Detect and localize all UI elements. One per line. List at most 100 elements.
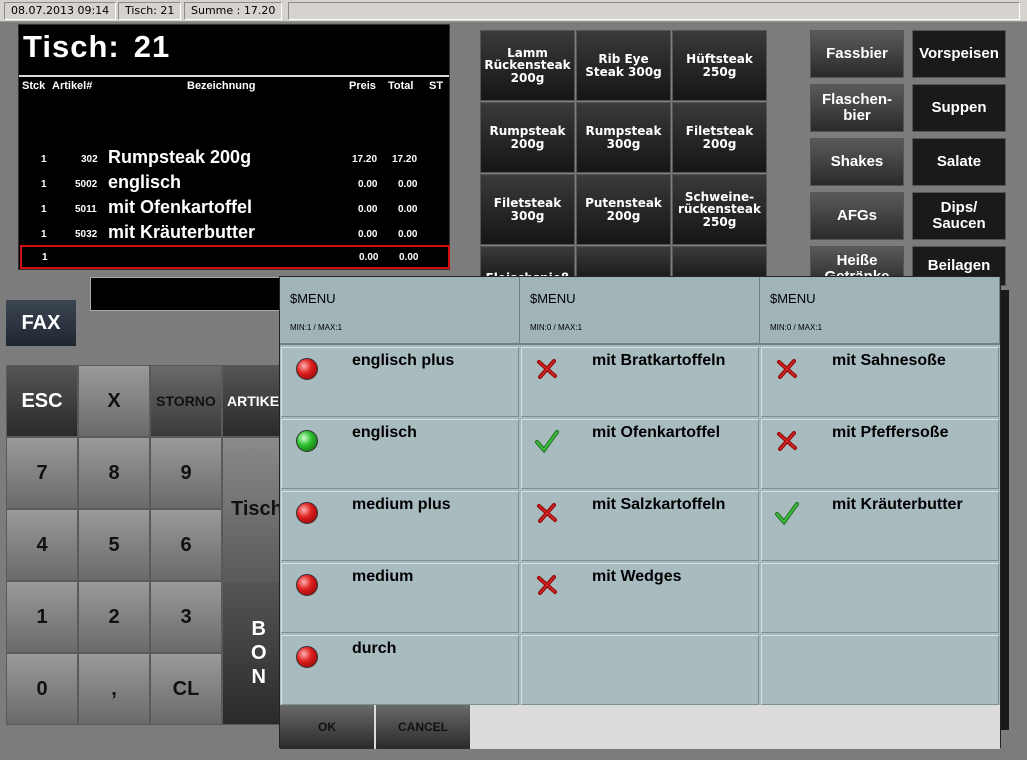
key-9[interactable]: 9 — [150, 437, 222, 509]
option-pfeffersosse[interactable]: mit Pfeffersoße — [761, 419, 999, 489]
header-qty: Stck — [22, 80, 46, 92]
option-label: mit Pfeffersoße — [832, 424, 949, 441]
category-button[interactable]: AFGs — [810, 192, 904, 240]
x-key[interactable]: X — [78, 365, 150, 437]
option-empty — [761, 563, 999, 633]
menu-item-button[interactable]: Schweine-rückensteak 250g — [672, 174, 767, 245]
option-ofenkartoffel[interactable]: mit Ofenkartoffel — [521, 419, 759, 489]
option-medium-plus[interactable]: medium plus — [281, 491, 519, 561]
row-qty: 1 — [41, 204, 47, 215]
option-medium[interactable]: medium — [281, 563, 519, 633]
key-0[interactable]: 0 — [6, 653, 78, 725]
option-kraeuterbutter[interactable]: mit Kräuterbutter — [761, 491, 999, 561]
key-2[interactable]: 2 — [78, 581, 150, 653]
order-receipt: Tisch: 21 Stck Artikel# Bezeichnung Preis… — [18, 24, 450, 270]
option-bratkartoffeln[interactable]: mit Bratkartoffeln — [521, 347, 759, 417]
red-led-icon — [294, 644, 320, 670]
option-label: medium — [352, 568, 414, 585]
column-header: $MENU MIN:1 / MAX:1 — [280, 277, 520, 345]
tisch-button[interactable]: Tisch — [222, 437, 283, 581]
key-3[interactable]: 3 — [150, 581, 222, 653]
column-title: $MENU — [770, 291, 816, 306]
option-empty — [761, 635, 999, 705]
table-display: Tisch: 21 — [118, 2, 182, 20]
row-total: 0.00 — [398, 204, 418, 215]
category-button[interactable]: Flaschen-bier — [810, 84, 904, 132]
esc-key[interactable]: ESC — [6, 365, 78, 437]
cross-icon — [534, 500, 560, 526]
ok-button[interactable]: OK — [280, 705, 374, 749]
option-label: englisch — [352, 424, 417, 441]
category-button[interactable]: Suppen — [912, 84, 1006, 132]
receipt-row[interactable]: 1 5002 englisch 0.00 0.00 — [19, 171, 449, 195]
receipt-row[interactable]: 1 5011 mit Ofenkartoffel 0.00 0.00 — [19, 196, 449, 220]
header-article: Artikel# — [52, 80, 93, 92]
row-qty: 1 — [41, 179, 47, 190]
menu-item-button[interactable]: Filetsteak 200g — [672, 102, 767, 173]
red-led-icon — [294, 500, 320, 526]
key-6[interactable]: 6 — [150, 509, 222, 581]
key-7[interactable]: 7 — [6, 437, 78, 509]
header-st: ST — [429, 80, 444, 92]
divider — [19, 75, 449, 77]
key-5[interactable]: 5 — [78, 509, 150, 581]
column-title: $MENU — [530, 291, 576, 306]
option-englisch[interactable]: englisch — [281, 419, 519, 489]
fax-button[interactable]: FAX — [6, 300, 76, 346]
row-price: 0.00 — [358, 179, 378, 190]
receipt-row-selected[interactable]: 1 0.00 0.00 — [20, 245, 450, 269]
menu-item-button[interactable]: Rib Eye Steak 300g — [576, 30, 671, 101]
header-price: Preis — [349, 80, 376, 92]
category-button[interactable]: Dips/ Saucen — [912, 192, 1006, 240]
option-label: mit Ofenkartoffel — [592, 424, 721, 441]
receipt-row[interactable]: 1 5032 mit Kräuterbutter 0.00 0.00 — [19, 221, 449, 245]
menu-item-button[interactable]: Filetsteak 300g — [480, 174, 575, 245]
storno-key[interactable]: STORNO — [150, 365, 222, 437]
modifier-dialog: $MENU MIN:1 / MAX:1 $MENU MIN:0 / MAX:1 … — [279, 276, 1001, 749]
option-label: medium plus — [352, 496, 451, 513]
menu-item-button[interactable]: Hüftsteak 250g — [672, 30, 767, 101]
option-durch[interactable]: durch — [281, 635, 519, 705]
option-label: mit Bratkartoffeln — [592, 352, 726, 369]
key-1[interactable]: 1 — [6, 581, 78, 653]
category-button[interactable]: Salate — [912, 138, 1006, 186]
column-title: $MENU — [290, 291, 336, 306]
menu-item-button[interactable]: Putensteak 200g — [576, 174, 671, 245]
menu-item-button[interactable]: Rumpsteak 300g — [576, 102, 671, 173]
receipt-row[interactable]: 1 302 Rumpsteak 200g 17.20 17.20 — [19, 146, 449, 170]
dialog-footer: OK CANCEL — [280, 705, 1000, 749]
option-salzkartoffeln[interactable]: mit Salzkartoffeln — [521, 491, 759, 561]
category-button[interactable]: Shakes — [810, 138, 904, 186]
row-total: 17.20 — [392, 154, 418, 165]
cross-icon — [774, 356, 800, 382]
bon-button[interactable]: B O N — [222, 581, 282, 725]
row-name: englisch — [108, 172, 182, 192]
menu-item-button[interactable]: Rumpsteak 200g — [480, 102, 575, 173]
check-icon — [534, 428, 560, 454]
row-qty: 1 — [41, 154, 47, 165]
comma-key[interactable]: , — [78, 653, 150, 725]
input-display[interactable] — [90, 277, 290, 311]
option-wedges[interactable]: mit Wedges — [521, 563, 759, 633]
cancel-button[interactable]: CANCEL — [376, 705, 470, 749]
clear-key[interactable]: CL — [150, 653, 222, 725]
red-led-icon — [294, 572, 320, 598]
row-total: 0.00 — [398, 179, 418, 190]
option-label: mit Kräuterbutter — [832, 496, 963, 513]
status-empty-field — [288, 2, 1020, 20]
category-button[interactable]: Fassbier — [810, 30, 904, 78]
option-label: durch — [352, 640, 397, 657]
category-button[interactable]: Vorspeisen — [912, 30, 1006, 78]
datetime-display: 08.07.2013 09:14 — [4, 2, 117, 20]
key-8[interactable]: 8 — [78, 437, 150, 509]
option-englisch-plus[interactable]: englisch plus — [281, 347, 519, 417]
artikel-key[interactable]: ARTIKEL — [222, 365, 288, 437]
row-price: 17.20 — [352, 154, 378, 165]
sum-display: Summe : 17.20 — [184, 2, 283, 20]
menu-item-button[interactable]: Lamm Rückensteak 200g — [480, 30, 575, 101]
key-4[interactable]: 4 — [6, 509, 78, 581]
column-minmax: MIN:0 / MAX:1 — [770, 323, 823, 332]
option-sahnesosse[interactable]: mit Sahnesoße — [761, 347, 999, 417]
option-empty — [521, 635, 759, 705]
row-total: 0.00 — [399, 252, 419, 263]
